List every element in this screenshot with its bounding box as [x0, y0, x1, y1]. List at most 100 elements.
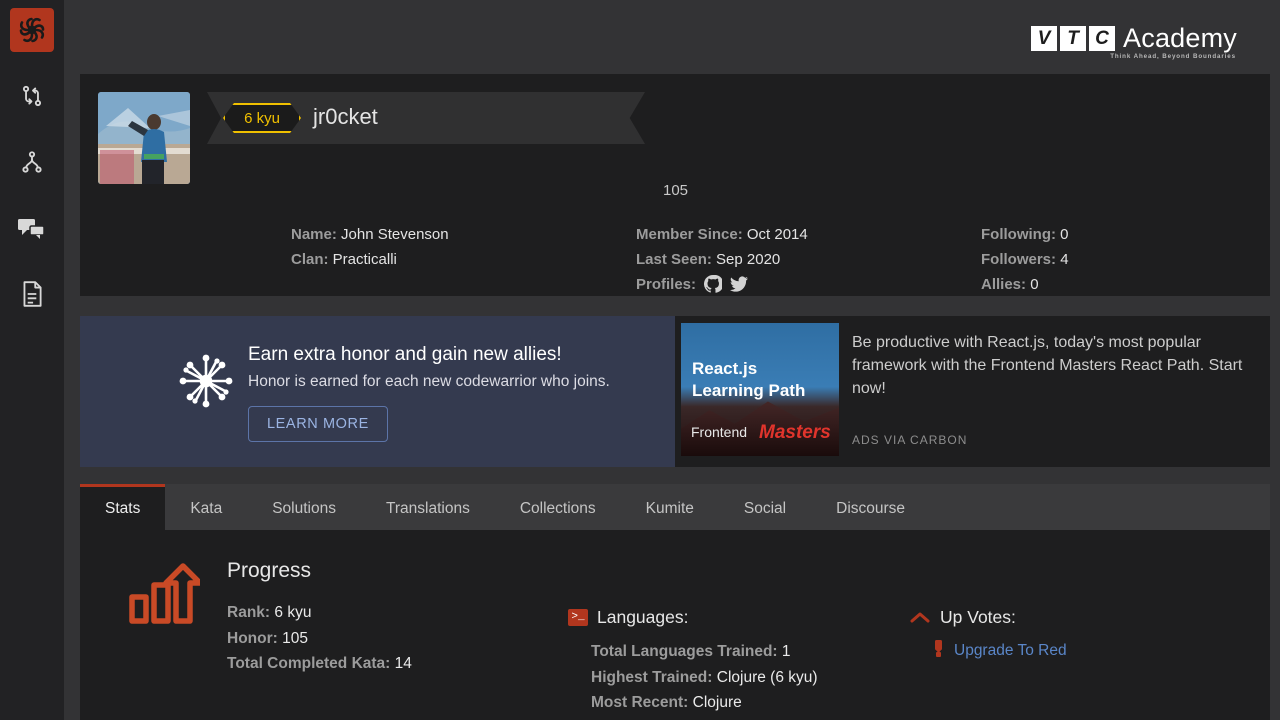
tab-social[interactable]: Social: [719, 484, 811, 530]
username-banner: 6 kyu jr0cket: [207, 92, 645, 144]
stat-value: 1: [782, 643, 791, 660]
honor-count: 105: [663, 182, 688, 199]
stat-row-highest-trained: Highest Trained: Clojure (6 kyu): [591, 665, 818, 691]
github-icon[interactable]: [704, 275, 722, 293]
meta-value: 0: [1030, 276, 1038, 293]
learn-more-button[interactable]: LEARN MORE: [248, 406, 388, 442]
brand-word: Academy: [1123, 26, 1237, 51]
stat-value: 14: [395, 655, 412, 672]
pull-request-icon[interactable]: [10, 74, 54, 118]
ribbon-badge-icon: [933, 640, 944, 662]
ad-attribution[interactable]: ADS VIA CARBON: [852, 433, 967, 447]
tab-translations[interactable]: Translations: [361, 484, 495, 530]
meta-value: John Stevenson: [341, 226, 449, 243]
chat-bubbles-icon[interactable]: [10, 206, 54, 250]
tab-discourse[interactable]: Discourse: [811, 484, 930, 530]
meta-row-following: Following: 0: [981, 222, 1069, 247]
stat-row-total-kata: Total Completed Kata: 14: [227, 651, 412, 677]
stat-row-honor: Honor: 105: [227, 626, 412, 652]
brand-letter-t: T: [1060, 26, 1086, 51]
social-links: [704, 275, 748, 293]
stat-value: 6 kyu: [274, 604, 311, 621]
progress-stats-list: Rank: 6 kyu Honor: 105 Total Completed K…: [227, 600, 412, 677]
stats-panel: Progress Rank: 6 kyu Honor: 105 Total Co…: [80, 530, 1270, 720]
stat-key: Total Languages Trained:: [591, 643, 778, 660]
languages-title: Languages:: [597, 607, 688, 628]
meta-row-clan: Clan: Practicalli: [291, 247, 449, 272]
stat-key: Most Recent:: [591, 694, 688, 711]
stat-row-rank: Rank: 6 kyu: [227, 600, 412, 626]
brand-tagline: Think Ahead, Beyond Boundaries: [1110, 53, 1236, 60]
terminal-prompt-icon: >_: [568, 609, 588, 626]
honor-promo-title: Earn extra honor and gain new allies!: [248, 344, 562, 366]
ad-image-title-line2: Learning Path: [692, 381, 805, 401]
ad-image[interactable]: React.js Learning Path Frontend Masters: [681, 323, 839, 456]
rank-badge-label: 6 kyu: [244, 110, 280, 127]
git-branch-icon[interactable]: [10, 140, 54, 184]
meta-row-member-since: Member Since: Oct 2014: [636, 222, 808, 247]
meta-row-profiles: Profiles:: [636, 272, 808, 297]
meta-row-name: Name: John Stevenson: [291, 222, 449, 247]
starburst-icon: [176, 351, 236, 416]
meta-row-followers: Followers: 4: [981, 247, 1069, 272]
tab-solutions[interactable]: Solutions: [247, 484, 361, 530]
honor-promo-subtitle: Honor is earned for each new codewarrior…: [248, 373, 610, 391]
languages-header: >_ Languages:: [568, 607, 688, 628]
meta-key: Clan:: [291, 251, 329, 268]
ad-brand-prefix: Frontend: [691, 424, 747, 440]
upvotes-item[interactable]: Upgrade To Red: [933, 640, 1067, 662]
meta-value: 4: [1060, 251, 1068, 268]
meta-row-allies: Allies: 0: [981, 272, 1069, 297]
languages-stats-list: Total Languages Trained: 1 Highest Train…: [591, 639, 818, 716]
stat-value: Clojure: [693, 694, 742, 711]
bar-chart-arrow-icon: [128, 563, 200, 630]
meta-key: Following:: [981, 226, 1056, 243]
document-icon[interactable]: [10, 272, 54, 316]
honor-promo-panel: Earn extra honor and gain new allies! Ho…: [80, 316, 675, 467]
vtc-academy-logo: V T C Academy Think Ahead, Beyond Bounda…: [1031, 26, 1237, 51]
stat-key: Total Completed Kata:: [227, 655, 390, 672]
meta-key: Member Since:: [636, 226, 743, 243]
upvotes-header: Up Votes:: [910, 607, 1016, 628]
stat-value: 105: [282, 630, 308, 647]
left-rail: [0, 0, 64, 720]
codewars-logo-icon[interactable]: [10, 8, 54, 52]
tab-collections[interactable]: Collections: [495, 484, 621, 530]
upgrade-to-red-link[interactable]: Upgrade To Red: [954, 642, 1067, 660]
stat-key: Honor:: [227, 630, 278, 647]
upvotes-title: Up Votes:: [940, 607, 1016, 628]
stat-key: Highest Trained:: [591, 669, 712, 686]
tab-stats[interactable]: Stats: [80, 484, 165, 530]
brand-letter-v: V: [1031, 26, 1057, 51]
meta-key: Last Seen:: [636, 251, 712, 268]
stat-value: Clojure (6 kyu): [717, 669, 818, 686]
profile-card: 6 kyu jr0cket 105 Name: John Stevenson C…: [80, 74, 1270, 296]
meta-row-last-seen: Last Seen: Sep 2020: [636, 247, 808, 272]
top-bar: V T C Academy Think Ahead, Beyond Bounda…: [64, 0, 1280, 74]
promo-row: Earn extra honor and gain new allies! Ho…: [80, 316, 1270, 467]
meta-value: Practicalli: [333, 251, 397, 268]
meta-key: Followers:: [981, 251, 1056, 268]
avatar[interactable]: [98, 92, 190, 184]
rank-badge: 6 kyu: [223, 103, 301, 133]
tab-kata[interactable]: Kata: [165, 484, 247, 530]
advertisement[interactable]: React.js Learning Path Frontend Masters …: [675, 316, 1270, 467]
username: jr0cket: [313, 104, 378, 130]
progress-title: Progress: [227, 559, 311, 583]
profile-tabs: Stats Kata Solutions Translations Collec…: [80, 484, 1270, 530]
twitter-icon[interactable]: [730, 275, 748, 293]
stat-key: Rank:: [227, 604, 270, 621]
profile-meta-mid: Member Since: Oct 2014 Last Seen: Sep 20…: [636, 222, 808, 297]
tab-kumite[interactable]: Kumite: [621, 484, 719, 530]
ad-copy: Be productive with React.js, today's mos…: [852, 331, 1252, 400]
brand-letter-c: C: [1089, 26, 1115, 51]
meta-key: Allies:: [981, 276, 1026, 293]
meta-value: Sep 2020: [716, 251, 780, 268]
meta-key: Profiles:: [636, 276, 696, 293]
meta-key: Name:: [291, 226, 337, 243]
ad-brand-suffix: Masters: [759, 422, 831, 444]
stat-row-total-languages: Total Languages Trained: 1: [591, 639, 818, 665]
meta-value: 0: [1060, 226, 1068, 243]
stat-row-most-recent: Most Recent: Clojure: [591, 690, 818, 716]
ad-image-title-line1: React.js: [692, 359, 757, 379]
